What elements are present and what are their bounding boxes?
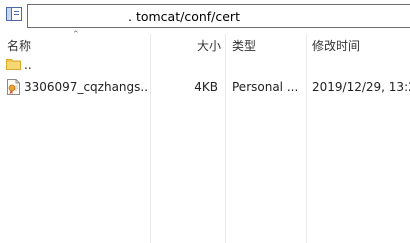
column-header-type[interactable]: 类型 [232,37,256,54]
certificate-icon [7,79,20,95]
column-header-size[interactable]: 大小 [197,37,221,54]
column-header-row: ⌃ 名称 大小 类型 修改时间 [0,30,410,54]
file-row-certificate[interactable]: 3306097_cqzhangs.... 4KB Personal ... 20… [0,77,410,97]
sort-ascending-icon: ⌃ [72,30,80,40]
file-modified: 2019/12/29, 13:2 [312,80,410,94]
address-path-field[interactable]: . tomcat/conf/cert [28,4,410,28]
file-row-parent[interactable]: .. [0,55,410,75]
file-size: 4KB [194,80,218,94]
column-header-modified[interactable]: 修改时间 [312,37,360,54]
file-name: .. [24,58,32,72]
folder-icon [6,59,21,70]
file-type: Personal ... [232,80,299,94]
file-name: 3306097_cqzhangs.... [24,80,148,94]
panel-toggle-icon[interactable] [6,7,22,21]
address-bar: . tomcat/conf/cert [0,0,410,34]
address-path-text: . tomcat/conf/cert [128,9,240,24]
column-header-name[interactable]: 名称 [7,37,31,54]
file-browser-window: . tomcat/conf/cert ⌃ 名称 大小 类型 修改时间 .. 33 [0,0,410,243]
